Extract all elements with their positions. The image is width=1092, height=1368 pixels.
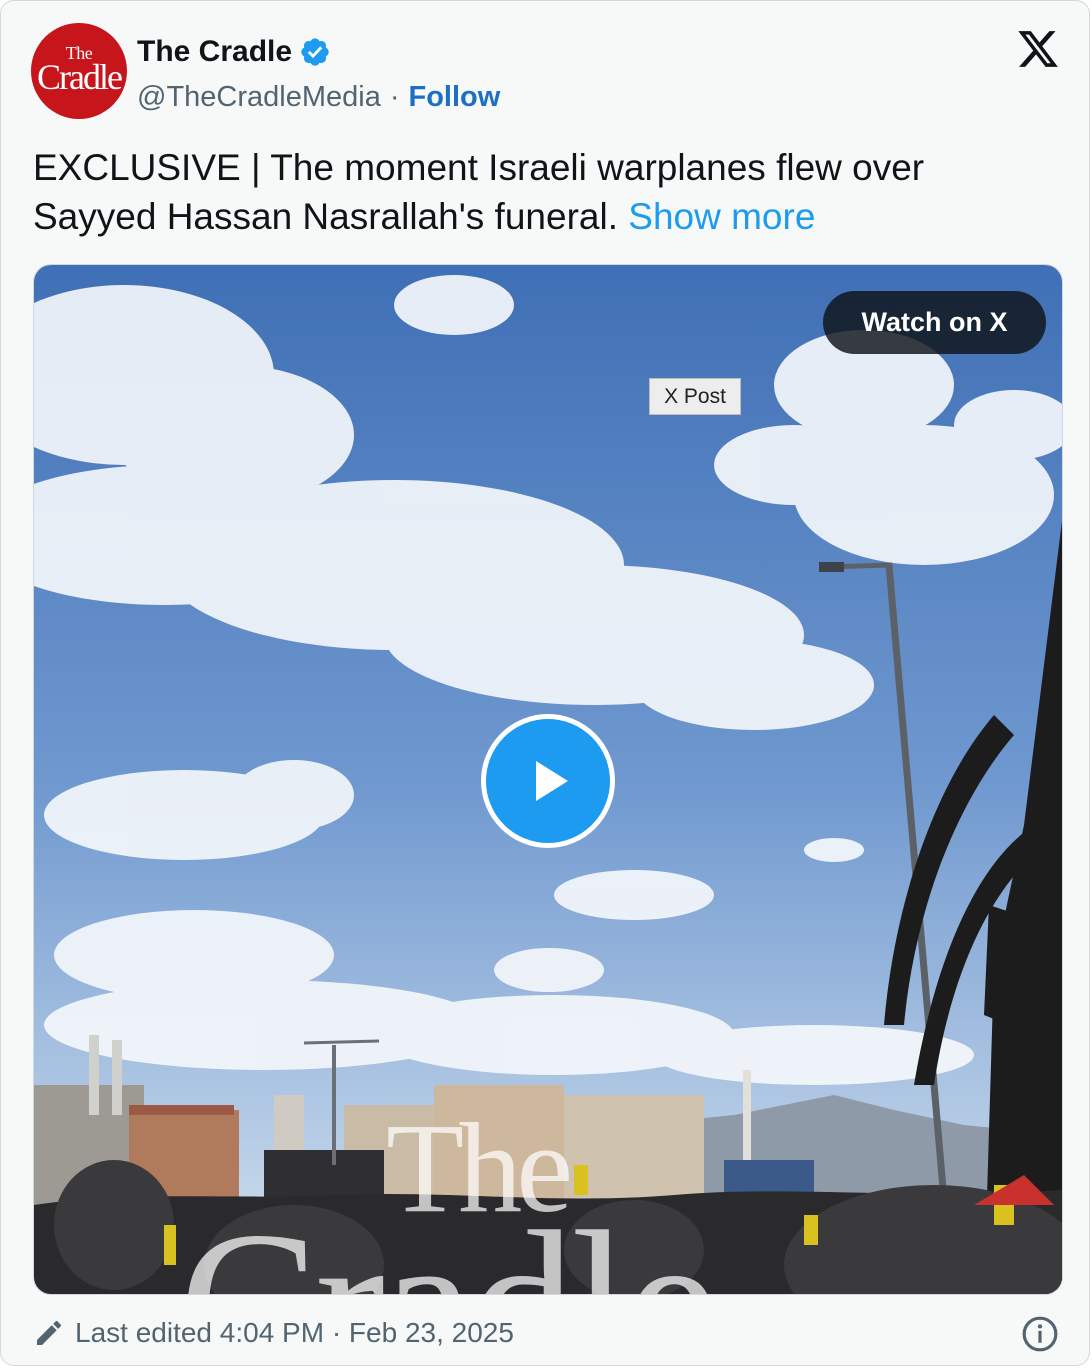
follow-link[interactable]: Follow (409, 81, 501, 114)
author-handle[interactable]: @TheCradleMedia (137, 81, 381, 114)
info-icon[interactable] (1021, 1315, 1059, 1353)
play-icon (536, 761, 568, 801)
author-display-name[interactable]: The Cradle (137, 35, 292, 69)
author-name-row: The Cradle (137, 31, 331, 73)
tweet-text: EXCLUSIVE | The moment Israeli warplanes… (33, 143, 1053, 241)
separator-dot: · (389, 80, 400, 113)
pencil-icon (37, 1320, 62, 1345)
x-logo-icon[interactable] (1016, 27, 1060, 71)
play-button[interactable] (481, 714, 615, 848)
author-handle-row: @TheCradleMedia · Follow (137, 77, 500, 117)
show-more-link[interactable]: Show more (628, 196, 815, 237)
tooltip-x-post: X Post (649, 378, 741, 415)
last-edited-timestamp[interactable]: Last edited 4:04 PM · Feb 23, 2025 (75, 1317, 514, 1349)
author-avatar[interactable]: The Cradle (31, 23, 127, 119)
video-media[interactable]: The Cradle Watch on X X Post (33, 264, 1063, 1295)
avatar-text-large: Cradle (37, 57, 123, 97)
tweet-footer: Last edited 4:04 PM · Feb 23, 2025 (33, 1313, 514, 1353)
verified-badge-icon (301, 38, 329, 66)
watch-on-x-button[interactable]: Watch on X (823, 291, 1046, 354)
embedded-tweet-card: The Cradle The Cradle @TheCradleMedia · … (0, 0, 1090, 1366)
